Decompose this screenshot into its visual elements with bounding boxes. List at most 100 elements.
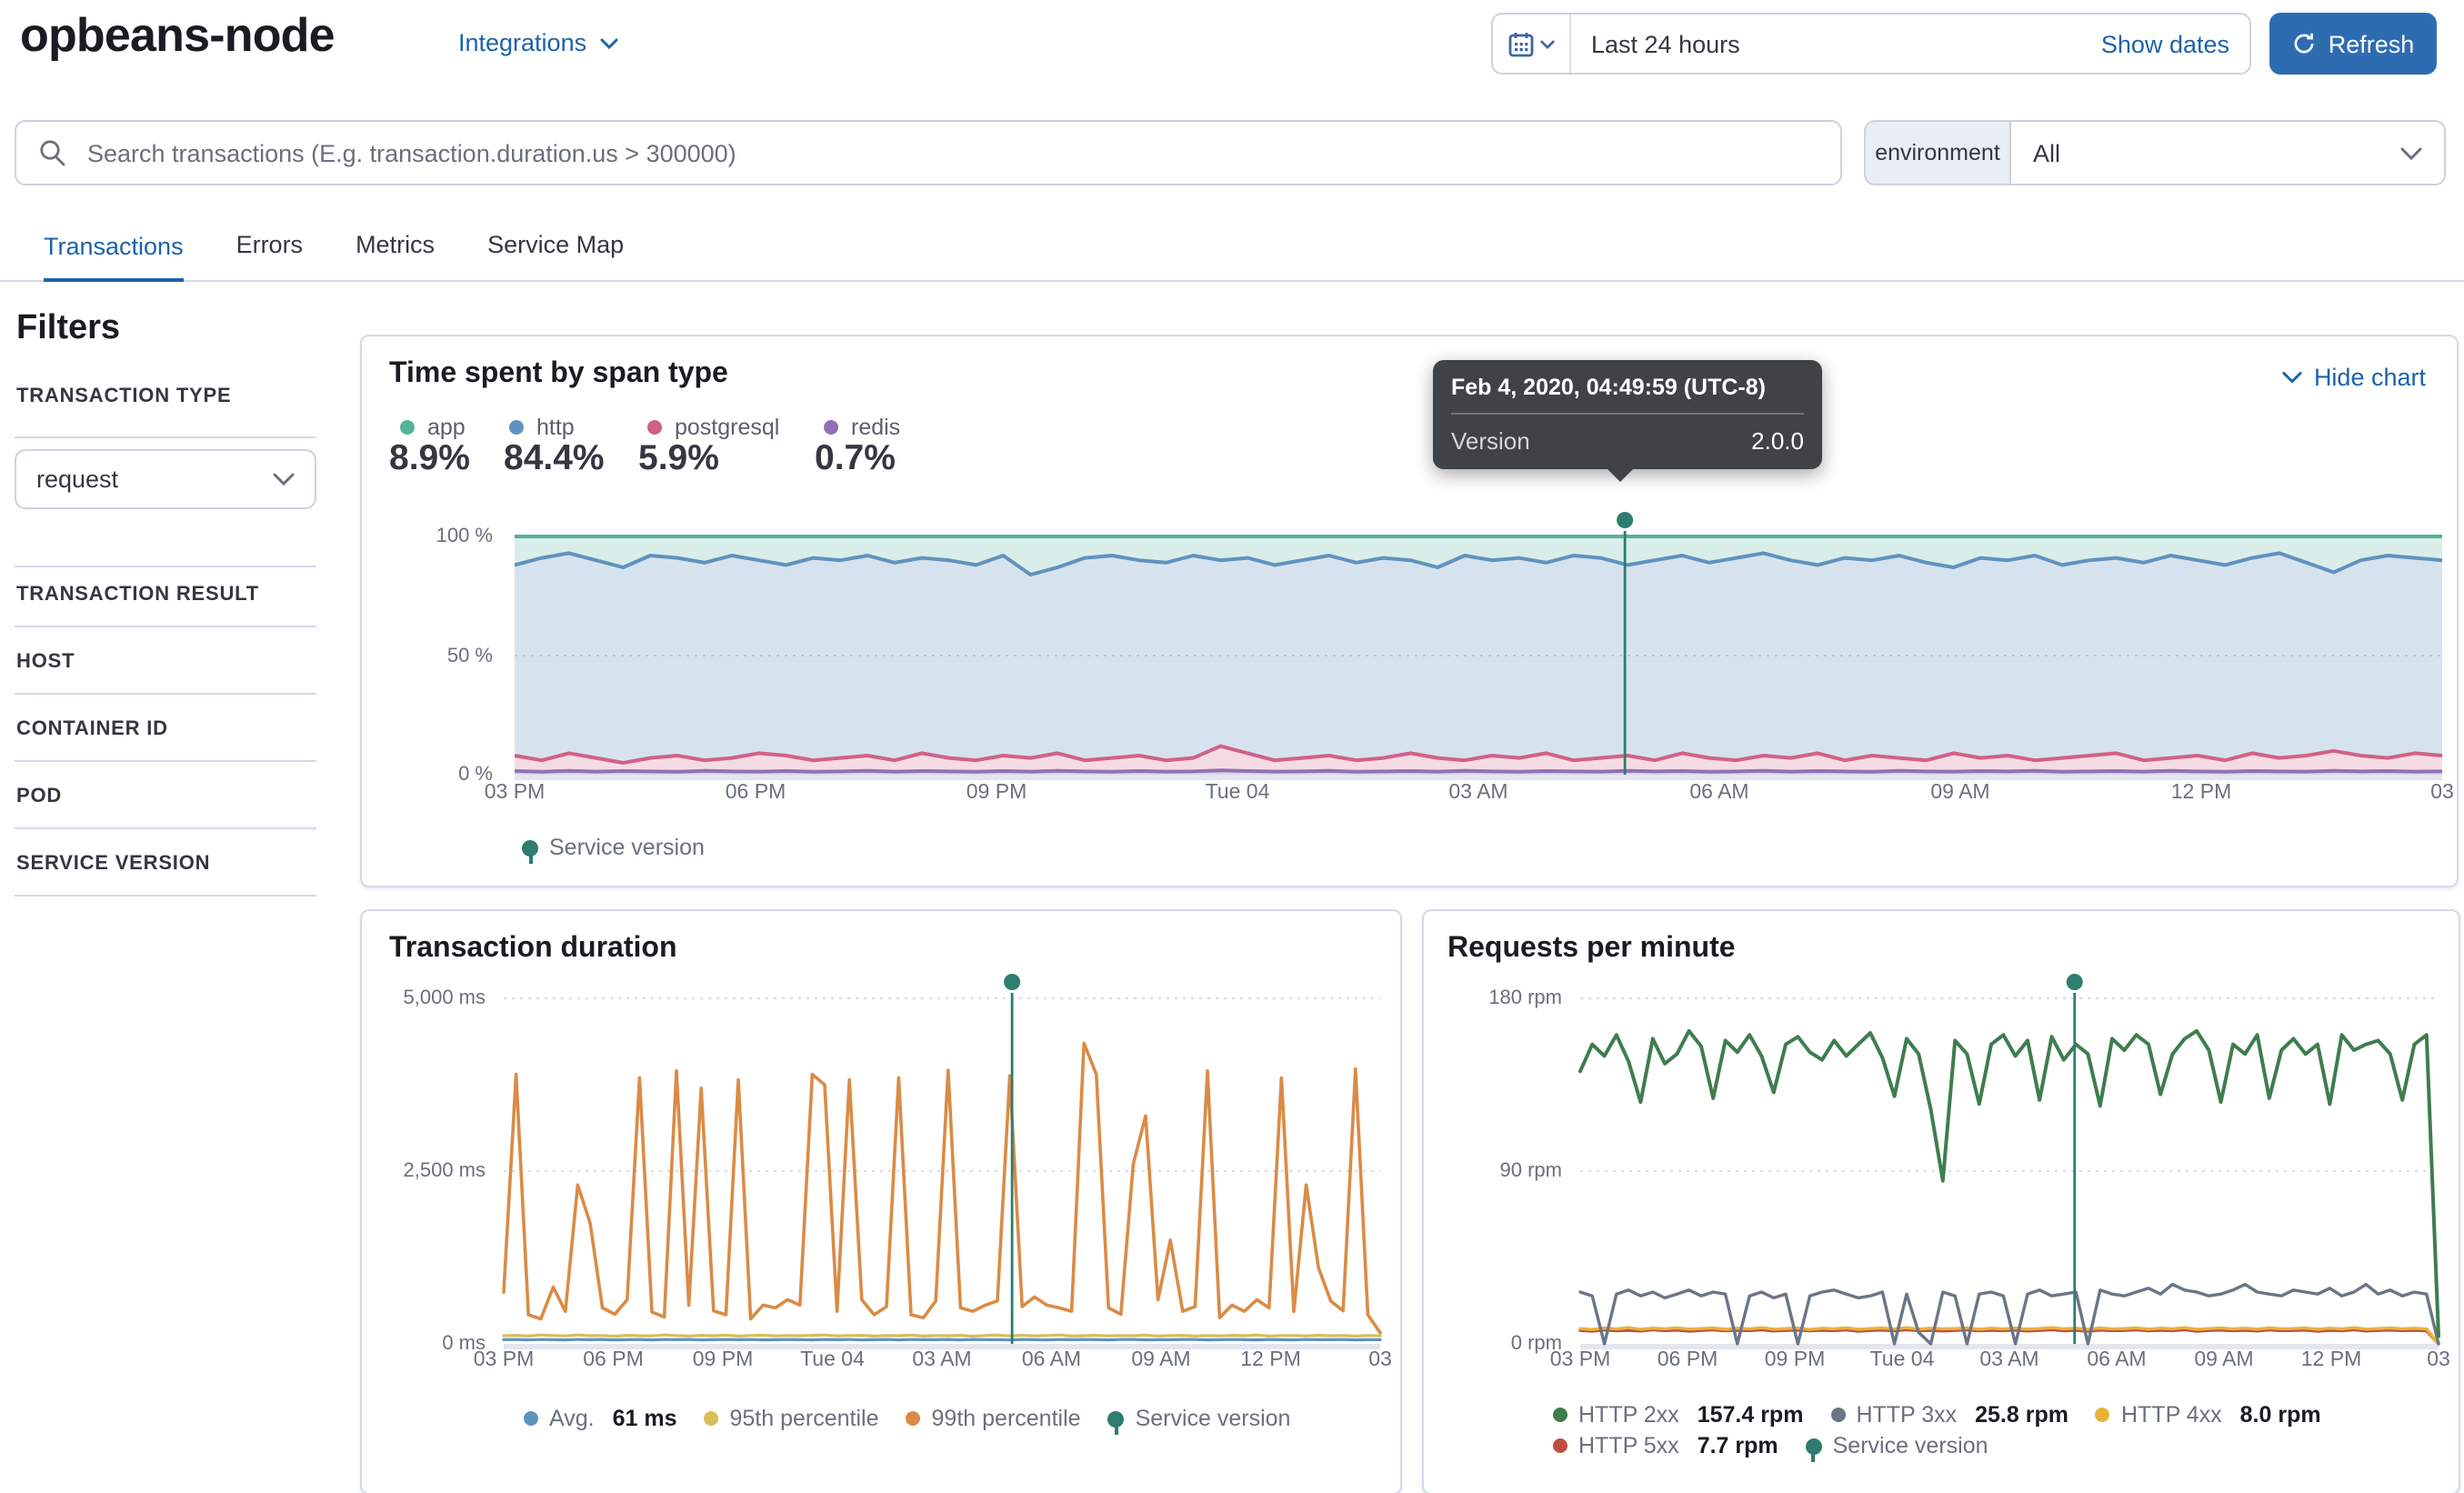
tab-transactions[interactable]: Transactions [44,232,184,282]
calendar-quick-select-button[interactable] [1493,15,1571,73]
legend-dot [906,1411,921,1426]
legend-dot [400,420,415,435]
filter-host[interactable]: HOST [16,651,326,673]
legend-dot [704,1411,719,1426]
annotation-legend-label: Service version [1832,1433,1988,1458]
legend-label: HTTP 3xx [1856,1402,1958,1428]
legend-item-postgresql[interactable]: postgresql [647,415,779,440]
transaction-type-select[interactable]: request [15,449,316,509]
transaction-duration-chart[interactable] [502,974,1382,1349]
y-axis-labels: 100 % 50 % 0 % [436,526,493,786]
legend-item-http[interactable]: http [509,415,575,440]
rpm-legend-row-1[interactable]: HTTP 2xx 157.4 rpm HTTP 3xx 25.8 rpm HTT… [1553,1402,2321,1428]
refresh-icon [2295,33,2315,54]
chevron-down-icon [1540,39,1555,48]
legend-dot [647,420,662,435]
filter-container-id[interactable]: CONTAINER ID [16,718,326,740]
search-icon [40,140,65,166]
legend-value: 8.0 rpm [2239,1402,2321,1428]
legend-dot [524,1411,538,1426]
legend-label: HTTP 4xx [2120,1402,2222,1428]
legend-dot [509,420,524,435]
x-axis-labels: 03 PM 06 PM 09 PM Tue 04 03 AM 06 AM 09 AM 12 P… [484,782,2454,804]
divider [1451,413,1804,415]
legend-label: HTTP 5xx [1578,1433,1679,1458]
duration-legend[interactable]: Avg. 61 ms 95th percentile 99th percenti… [524,1406,1291,1434]
refresh-button[interactable]: Refresh [2269,13,2437,75]
legend-dot [1830,1408,1846,1422]
service-version-pin-icon [522,839,538,863]
legend-dot [824,420,838,435]
chevron-down-icon [2400,146,2422,159]
tab-errors[interactable]: Errors [236,231,304,280]
search-bar[interactable] [15,120,1842,185]
annotation-legend[interactable]: Service version [522,835,705,863]
span-pct-http: 84.4% [504,438,605,478]
tooltip-value: 2.0.0 [1751,427,1804,455]
annotation-legend-label: Service version [549,835,705,860]
tab-service-map[interactable]: Service Map [487,231,624,280]
environment-label: environment [1864,120,2009,185]
legend-item-redis[interactable]: redis [824,415,900,440]
divider [15,693,316,695]
legend-item-app[interactable]: app [400,415,466,440]
tab-metrics[interactable]: Metrics [356,231,435,280]
x-axis-labels: 03 PM 06 PM 09 PM Tue 04 03 AM 06 AM 09 AM 12 P… [473,1349,1392,1371]
legend-dot [1553,1438,1568,1453]
chart-title: Time spent by span type [389,358,728,389]
legend-label: HTTP 2xx [1578,1402,1679,1428]
divider [15,436,316,438]
filter-pod[interactable]: POD [16,786,326,807]
span-pct-app: 8.9% [389,438,470,478]
span-pct-redis: 0.7% [815,438,896,478]
time-range-value[interactable]: Last 24 hours [1571,30,2101,57]
legend-value: 157.4 rpm [1697,1402,1804,1428]
filter-service-version[interactable]: SERVICE VERSION [16,853,326,875]
y-axis-labels: 180 rpm 90 rpm 0 rpm [1488,987,1562,1355]
hide-chart-label: Hide chart [2313,364,2426,391]
show-dates-link[interactable]: Show dates [2101,30,2249,57]
refresh-label: Refresh [2328,30,2415,57]
legend-label: Avg. [549,1406,595,1431]
annotation-legend-label: Service version [1135,1406,1291,1431]
apm-service-page: opbeans-node Integrations Last 24 hours … [0,0,2464,1493]
divider [15,760,316,762]
legend-dot [1553,1408,1568,1422]
legend-value: 25.8 rpm [1975,1402,2068,1428]
tooltip-arrow [1608,469,1633,482]
service-version-pin-icon [1805,1438,1822,1461]
calendar-icon [1508,32,1534,56]
integrations-menu[interactable]: Integrations [458,29,617,56]
rpm-legend-row-2[interactable]: HTTP 5xx 7.7 rpm Service version [1553,1433,1988,1461]
divider [15,626,316,627]
integrations-label: Integrations [458,29,587,56]
span-type-chart-panel: Time spent by span type Hide chart app h… [360,335,2459,887]
span-type-chart[interactable] [514,512,2443,780]
legend-label: 95th percentile [729,1406,879,1431]
hide-chart-link[interactable]: Hide chart [2283,364,2426,391]
legend-dot [2095,1408,2110,1422]
environment-select[interactable]: All [2009,120,2446,185]
filter-transaction-result[interactable]: TRANSACTION RESULT [16,584,326,606]
filters-heading: Filters [16,309,121,347]
legend-label: http [536,415,575,440]
chevron-down-icon [2283,371,2303,384]
tooltip-label: Version [1451,427,1530,455]
legend-label: 99th percentile [931,1406,1081,1431]
chevron-down-icon [273,473,295,486]
requests-per-minute-chart[interactable] [1578,974,2440,1349]
date-picker[interactable]: Last 24 hours Show dates [1491,13,2251,75]
filter-transaction-type-label: TRANSACTION TYPE [16,386,232,407]
chart-title: Transaction duration [389,933,677,964]
x-axis-labels: 03 PM 06 PM 09 PM Tue 04 03 AM 06 AM 09 AM 12 P… [1549,1349,2450,1371]
y-axis-labels: 5,000 ms 2,500 ms 0 ms [403,987,486,1355]
divider [15,895,316,897]
legend-value: 61 ms [612,1406,677,1431]
search-input[interactable] [84,137,1840,168]
tooltip-timestamp: Feb 4, 2020, 04:49:59 (UTC-8) [1451,375,1766,400]
legend-label: redis [851,415,901,440]
chart-tooltip: Feb 4, 2020, 04:49:59 (UTC-8) Version 2.… [1433,360,1822,482]
chevron-down-icon [599,37,617,48]
page-title: opbeans-node [20,7,336,62]
tab-bar: Transactions Errors Metrics Service Map [0,222,2464,282]
